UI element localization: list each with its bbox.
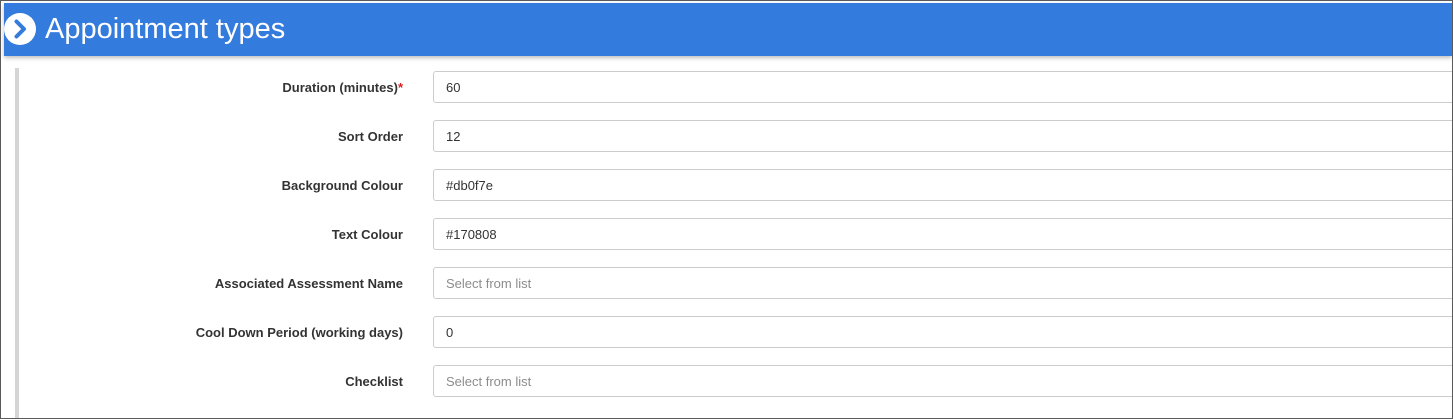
form-row-cool-down-period: Cool Down Period (working days)	[4, 316, 1452, 350]
background-colour-input[interactable]	[433, 169, 1452, 201]
checklist-label: Checklist	[345, 374, 403, 389]
associated-assessment-label: Associated Assessment Name	[214, 276, 403, 291]
form-row-background-colour: Background Colour	[4, 169, 1452, 203]
text-colour-input[interactable]	[433, 218, 1452, 250]
form-row-sort-order: Sort Order	[4, 120, 1452, 154]
sort-order-label: Sort Order	[337, 129, 403, 144]
duration-input[interactable]	[433, 71, 1452, 103]
duration-label-text: Duration (minutes)	[282, 80, 398, 95]
cool-down-period-input[interactable]	[433, 316, 1452, 348]
form-row-text-colour: Text Colour	[4, 218, 1452, 252]
window-frame: Appointment types Duration (minutes)* So…	[0, 0, 1453, 419]
text-colour-label: Text Colour	[331, 227, 403, 242]
page-title: Appointment types	[45, 13, 286, 45]
form-row-associated-assessment: Associated Assessment Name	[4, 267, 1452, 301]
sort-order-input[interactable]	[433, 120, 1452, 152]
cool-down-period-label: Cool Down Period (working days)	[195, 325, 403, 340]
form-row-checklist: Checklist	[4, 365, 1452, 399]
duration-label: Duration (minutes)*	[282, 71, 403, 105]
chevron-right-circle-icon[interactable]	[4, 13, 36, 45]
page-header: Appointment types	[4, 3, 1452, 56]
form-panel: Duration (minutes)* Sort Order Backgroun…	[4, 56, 1452, 418]
background-colour-label: Background Colour	[281, 178, 403, 193]
associated-assessment-select[interactable]	[433, 267, 1452, 299]
checklist-select[interactable]	[433, 365, 1452, 397]
required-marker: *	[397, 80, 403, 95]
form-row-duration: Duration (minutes)*	[4, 71, 1452, 105]
